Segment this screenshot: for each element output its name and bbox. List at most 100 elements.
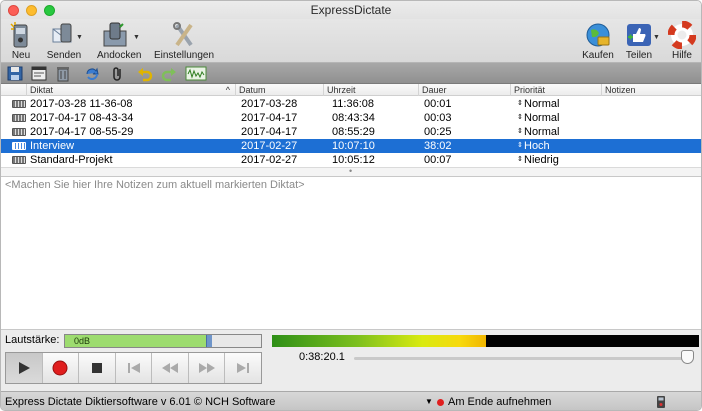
buy-button[interactable]: Kaufen xyxy=(581,21,615,61)
refresh-icon[interactable] xyxy=(83,65,101,82)
cell-time: 08:55:29 xyxy=(332,126,375,138)
cell-duration: 00:01 xyxy=(424,98,452,110)
send-dropdown-arrow-icon[interactable]: ▼ xyxy=(76,34,83,41)
cell-priority: Niedrig xyxy=(524,154,559,166)
cell-duration: 00:25 xyxy=(424,126,452,138)
cell-duration: 00:03 xyxy=(424,112,452,124)
send-button[interactable]: Senden xyxy=(45,21,83,61)
undo-icon[interactable] xyxy=(136,65,154,82)
record-icon xyxy=(52,360,68,376)
dictation-tape-icon xyxy=(12,128,26,136)
priority-stepper-icon[interactable]: ⇕ xyxy=(517,111,523,125)
rewind-button[interactable] xyxy=(152,353,189,383)
pane-splitter[interactable]: • xyxy=(1,167,701,176)
level-meter-fill xyxy=(272,335,486,347)
settings-button[interactable]: Einstellungen xyxy=(153,21,215,61)
skip-to-start-button[interactable] xyxy=(115,353,153,383)
cell-time: 11:36:08 xyxy=(332,98,375,110)
send-button-label: Senden xyxy=(46,50,82,61)
cell-name: 2017-03-28 11-36-08 xyxy=(30,98,133,110)
dock-icon xyxy=(103,22,127,47)
waveform-icon[interactable] xyxy=(185,65,207,82)
cell-name: 2017-04-17 08-43-34 xyxy=(30,112,134,124)
sort-ascending-icon: ^ xyxy=(225,85,230,95)
dictation-tape-icon xyxy=(12,156,26,164)
cell-date: 2017-03-28 xyxy=(241,98,298,110)
header-date[interactable]: Datum xyxy=(236,84,324,96)
table-row[interactable]: Standard-Projekt 2017-02-27 10:05:12 00:07 ⇕… xyxy=(1,153,701,167)
priority-stepper-icon[interactable]: ⇕ xyxy=(517,139,523,153)
header-duration[interactable]: Dauer xyxy=(419,84,511,96)
attach-icon[interactable] xyxy=(109,65,127,82)
table-row[interactable]: 2017-04-17 08-55-29 2017-04-17 08:55:29 00:… xyxy=(1,125,701,139)
cell-time: 10:05:12 xyxy=(332,154,375,166)
redo-icon[interactable] xyxy=(160,65,178,82)
new-button[interactable]: Neu xyxy=(7,21,35,61)
header-time[interactable]: Uhrzeit xyxy=(324,84,419,96)
header-dictation[interactable]: Diktat ^ xyxy=(27,84,236,96)
position-slider-thumb[interactable] xyxy=(681,350,694,364)
list-header: Diktat ^ Datum Uhrzeit Dauer Priorität No… xyxy=(1,84,701,96)
volume-value: 0dB xyxy=(74,336,91,346)
dictation-tape-icon xyxy=(12,100,26,108)
record-mode-select[interactable]: Am Ende aufnehmen xyxy=(448,392,551,410)
skip-to-end-icon xyxy=(237,363,250,373)
help-button-label: Hilfe xyxy=(671,50,692,61)
mode-dropdown-arrow-icon[interactable]: ▼ xyxy=(425,392,433,410)
header-priority[interactable]: Priorität xyxy=(511,84,602,96)
zoom-window-button[interactable] xyxy=(44,5,55,16)
play-button[interactable] xyxy=(6,353,43,383)
cell-priority: Normal xyxy=(524,126,560,138)
minimize-window-button[interactable] xyxy=(26,5,37,16)
dock-button[interactable]: Andocken xyxy=(97,21,142,61)
dock-button-label: Andocken xyxy=(97,50,142,61)
cell-date: 2017-04-17 xyxy=(241,112,298,124)
status-app-info: Express Dictate Diktiersoftware v 6.01 ©… xyxy=(5,396,276,408)
share-dropdown-arrow-icon[interactable]: ▼ xyxy=(653,34,660,41)
table-row[interactable]: 2017-04-17 08-43-34 2017-04-17 08:43:34 00:… xyxy=(1,111,701,125)
trash-icon[interactable] xyxy=(54,65,72,82)
cell-time: 08:43:34 xyxy=(332,112,375,124)
cell-duration: 38:02 xyxy=(424,140,452,152)
priority-stepper-icon[interactable]: ⇕ xyxy=(517,153,523,167)
cell-date: 2017-04-17 xyxy=(241,126,298,138)
volume-knob[interactable] xyxy=(206,335,213,347)
priority-stepper-icon[interactable]: ⇕ xyxy=(517,97,523,111)
help-lifebuoy-icon xyxy=(668,21,696,49)
volume-label: Lautstärke: xyxy=(5,334,60,346)
cell-date: 2017-02-27 xyxy=(241,154,298,166)
app-window: ExpressDictate Neu Senden ▼ Andocken ▼ E… xyxy=(0,0,702,411)
playback-position: 0:38:20.1 xyxy=(299,351,345,363)
share-thumbs-up-icon xyxy=(627,24,651,46)
dock-dropdown-arrow-icon[interactable]: ▼ xyxy=(133,34,140,41)
table-row[interactable]: Interview 2017-02-27 10:07:10 38:02 ⇕ Hoch xyxy=(1,139,701,153)
level-meter xyxy=(272,335,699,347)
position-slider-track[interactable] xyxy=(354,357,688,360)
dictation-tape-icon xyxy=(12,142,26,150)
volume-slider[interactable]: 0dB xyxy=(64,334,262,348)
stop-icon xyxy=(91,363,102,373)
close-window-button[interactable] xyxy=(8,5,19,16)
properties-icon[interactable] xyxy=(30,65,48,82)
save-icon[interactable] xyxy=(6,65,24,82)
priority-stepper-icon[interactable]: ⇕ xyxy=(517,125,523,139)
share-button[interactable]: Teilen xyxy=(623,21,655,61)
main-toolbar: Neu Senden ▼ Andocken ▼ Einstellungen Ka… xyxy=(1,19,701,63)
play-icon xyxy=(18,362,30,374)
settings-button-label: Einstellungen xyxy=(153,50,215,61)
fast-forward-button[interactable] xyxy=(188,353,226,383)
stop-button[interactable] xyxy=(79,353,116,383)
recorder-device-icon[interactable] xyxy=(656,395,666,409)
cell-priority: Normal xyxy=(524,112,560,124)
header-notes[interactable]: Notizen xyxy=(602,84,701,96)
cell-name: Interview xyxy=(30,140,75,152)
record-button[interactable] xyxy=(42,353,80,383)
table-row[interactable]: 2017-03-28 11-36-08 2017-03-28 11:36:08 00:… xyxy=(1,97,701,111)
notes-area[interactable]: <Machen Sie hier Ihre Notizen zum aktuel… xyxy=(1,176,701,330)
new-dictation-icon xyxy=(10,22,28,48)
skip-to-end-button[interactable] xyxy=(225,353,262,383)
secondary-toolbar xyxy=(1,63,701,84)
help-button[interactable]: Hilfe xyxy=(667,21,697,61)
fast-forward-icon xyxy=(198,363,215,373)
dictation-tape-icon xyxy=(12,114,26,122)
